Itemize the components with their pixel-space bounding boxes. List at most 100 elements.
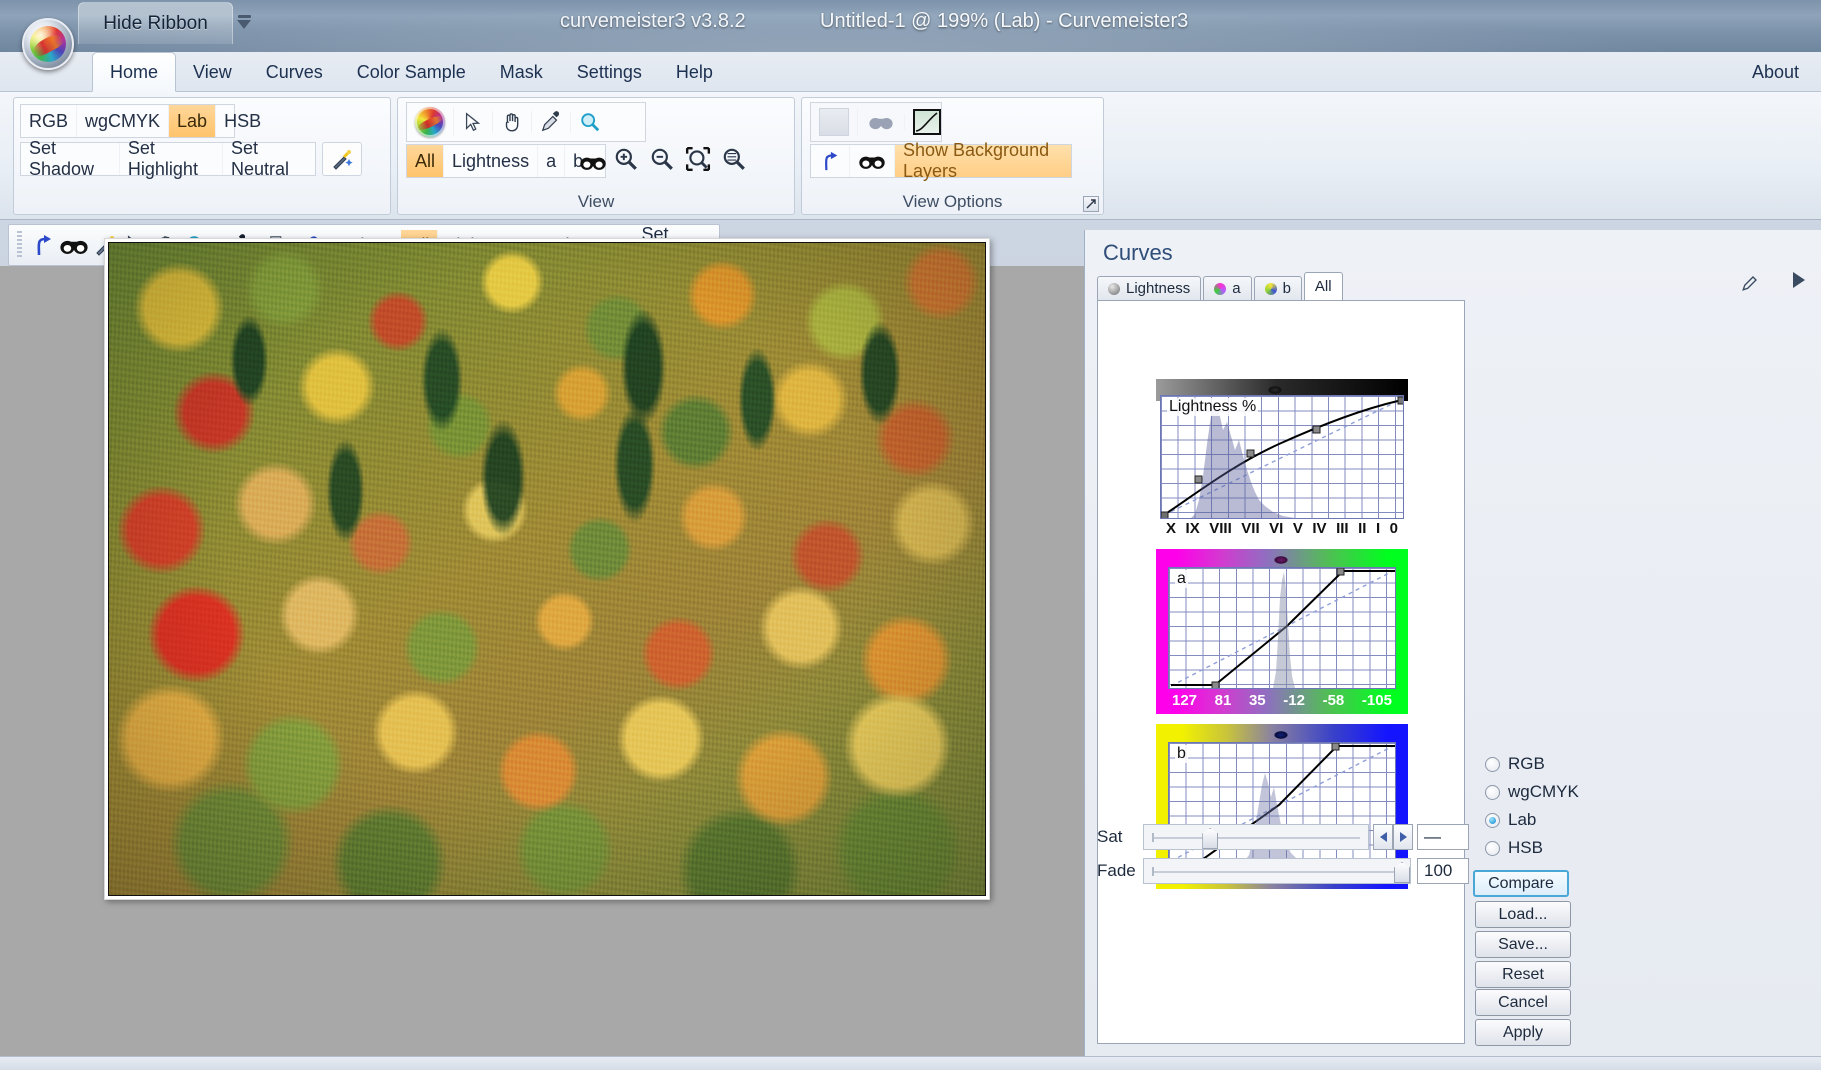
- tab-home[interactable]: Home: [92, 52, 177, 92]
- spin-right-icon[interactable]: [1393, 824, 1413, 850]
- a-curve-widget[interactable]: a 127 81 35 -12 -58 -105: [1156, 549, 1408, 714]
- hand-pan-icon[interactable]: [493, 111, 532, 133]
- a-tick-labels: 127 81 35 -12 -58 -105: [1166, 690, 1398, 710]
- a-curve-handle-marker[interactable]: [1274, 556, 1288, 564]
- arrow-select-icon[interactable]: [454, 111, 493, 133]
- radio-wgcmyk-button[interactable]: [1485, 784, 1500, 800]
- curvemeister-logo-icon[interactable]: [22, 18, 74, 70]
- lightness-tick-8: II: [1358, 519, 1367, 537]
- set-highlight-label: Set Highlight: [127, 138, 198, 179]
- show-background-layers-button[interactable]: Show Background Layers: [895, 140, 1071, 181]
- b-curve-handle-marker[interactable]: [1274, 731, 1288, 739]
- a-plot[interactable]: a: [1168, 567, 1396, 689]
- group-2-title: View: [577, 192, 615, 211]
- toolbar-grip[interactable]: [17, 231, 23, 259]
- compare-button[interactable]: Compare: [1473, 870, 1569, 897]
- colorspace-wgcmyk[interactable]: wgCMYK: [77, 105, 170, 137]
- set-highlight-button[interactable]: Set Highlight: [120, 138, 224, 179]
- image-canvas-area[interactable]: [0, 238, 1084, 1056]
- ribbon-group-view-options: Show Background Layers View Options: [801, 97, 1104, 215]
- zoom-out-icon[interactable]: [644, 140, 680, 178]
- curve-tab-lightness[interactable]: Lightness: [1097, 276, 1202, 300]
- view-tools-bar: [406, 102, 646, 142]
- mask-glasses-icon[interactable]: [573, 143, 613, 181]
- colorspace-hsb[interactable]: HSB: [216, 105, 269, 137]
- fade-slider-row: Fade 100: [1097, 856, 1469, 886]
- lightness-curve-handle-marker[interactable]: [1268, 386, 1282, 394]
- tab-color-sample[interactable]: Color Sample: [340, 52, 483, 92]
- fade-label: Fade: [1097, 861, 1136, 880]
- set-neutral-button[interactable]: Set Neutral: [223, 138, 315, 179]
- view-channel-all[interactable]: All: [407, 145, 445, 177]
- cancel-button[interactable]: Cancel: [1475, 989, 1571, 1016]
- tab-mask[interactable]: Mask: [483, 52, 560, 92]
- radio-rgb[interactable]: RGB: [1485, 750, 1595, 778]
- hook-curve-icon[interactable]: [811, 145, 850, 177]
- ribbon-body: RGB wgCMYK Lab HSB Set Shadow Set Highli…: [0, 92, 1821, 220]
- about-link[interactable]: About: [1752, 52, 1799, 92]
- curve-tab-a-label: a: [1232, 280, 1241, 297]
- ribbon-tabs: Home View Curves Color Sample Mask Setti…: [92, 52, 730, 92]
- fade-slider-thumb[interactable]: [1394, 862, 1411, 883]
- sat-slider-thumb[interactable]: [1202, 828, 1219, 849]
- title-bar: Hide Ribbon curvemeister3 v3.8.2 Untitle…: [0, 0, 1821, 52]
- colorspace-wgcmyk-label: wgCMYK: [85, 110, 161, 131]
- autumn-forest-hillside-photo[interactable]: [108, 242, 986, 896]
- spin-left-triangle: [1379, 832, 1387, 842]
- hook-curve-icon[interactable]: [28, 229, 56, 261]
- lightness-plot[interactable]: Lightness %: [1160, 395, 1404, 519]
- view-channel-all-label: All: [415, 150, 436, 171]
- a-histogram: [1273, 572, 1295, 688]
- radio-hsb[interactable]: HSB: [1485, 834, 1595, 862]
- radio-wgcmyk[interactable]: wgCMYK: [1485, 778, 1595, 806]
- colorspace-lab[interactable]: Lab: [169, 105, 217, 137]
- radio-lab[interactable]: Lab: [1485, 806, 1595, 834]
- hide-ribbon-tab[interactable]: Hide Ribbon: [78, 2, 233, 44]
- customize-quick-access-icon[interactable]: [232, 11, 256, 35]
- curve-tab-all[interactable]: All: [1303, 272, 1343, 300]
- curve-tab-a[interactable]: a: [1203, 276, 1252, 300]
- curves-panel: Curves Lightness a b All Lightness % X I…: [1084, 230, 1821, 1056]
- preview-blank-icon[interactable]: [811, 108, 858, 136]
- tab-curves[interactable]: Curves: [249, 52, 340, 92]
- magic-wand-icon[interactable]: [322, 142, 362, 176]
- photo-frame: [104, 238, 990, 900]
- set-shadow-button[interactable]: Set Shadow: [21, 138, 120, 179]
- view-channel-lightness[interactable]: Lightness: [444, 145, 539, 177]
- save-button[interactable]: Save...: [1475, 931, 1571, 958]
- magnifier-icon[interactable]: [571, 111, 609, 133]
- mask-glasses-icon[interactable]: [858, 114, 905, 130]
- tab-settings[interactable]: Settings: [560, 52, 659, 92]
- radio-lab-button[interactable]: [1485, 812, 1500, 828]
- sat-value-field[interactable]: —: [1417, 824, 1469, 850]
- tab-view-label: View: [193, 61, 232, 82]
- fade-slider-track[interactable]: [1143, 858, 1411, 884]
- pen-edit-icon[interactable]: [1741, 274, 1759, 297]
- eyedropper-icon[interactable]: [532, 111, 571, 133]
- fade-value-field[interactable]: 100: [1417, 858, 1469, 884]
- spin-left-icon[interactable]: [1373, 824, 1393, 850]
- mask-glasses-icon[interactable]: [59, 229, 89, 261]
- load-button[interactable]: Load...: [1475, 901, 1571, 928]
- mask-glasses-icon[interactable]: [850, 145, 895, 177]
- radio-rgb-button[interactable]: [1485, 756, 1500, 772]
- view-channel-a[interactable]: a: [538, 145, 566, 177]
- play-icon[interactable]: [1793, 272, 1805, 288]
- curve-tab-b[interactable]: b: [1253, 276, 1302, 300]
- colorspace-rgb[interactable]: RGB: [21, 105, 78, 137]
- zoom-fit-icon[interactable]: [680, 140, 716, 178]
- zoom-in-icon[interactable]: [608, 140, 644, 178]
- qat-triangle: [237, 20, 251, 29]
- radio-hsb-button[interactable]: [1485, 840, 1500, 856]
- reset-button[interactable]: Reset: [1475, 961, 1571, 988]
- a-tick-5: -105: [1361, 691, 1392, 709]
- tab-view[interactable]: View: [176, 52, 249, 92]
- sat-slider-track[interactable]: [1143, 824, 1369, 850]
- tab-help[interactable]: Help: [659, 52, 730, 92]
- zoom-reset-icon[interactable]: [716, 140, 752, 178]
- apply-button[interactable]: Apply: [1475, 1019, 1571, 1046]
- curve-thumbnail-icon[interactable]: [905, 109, 949, 135]
- lightness-plot-label: Lightness %: [1167, 398, 1259, 416]
- lightness-curve-widget[interactable]: Lightness % X IX VIII VII VI V IV III II…: [1156, 379, 1408, 539]
- color-wheel-icon[interactable]: [407, 107, 454, 137]
